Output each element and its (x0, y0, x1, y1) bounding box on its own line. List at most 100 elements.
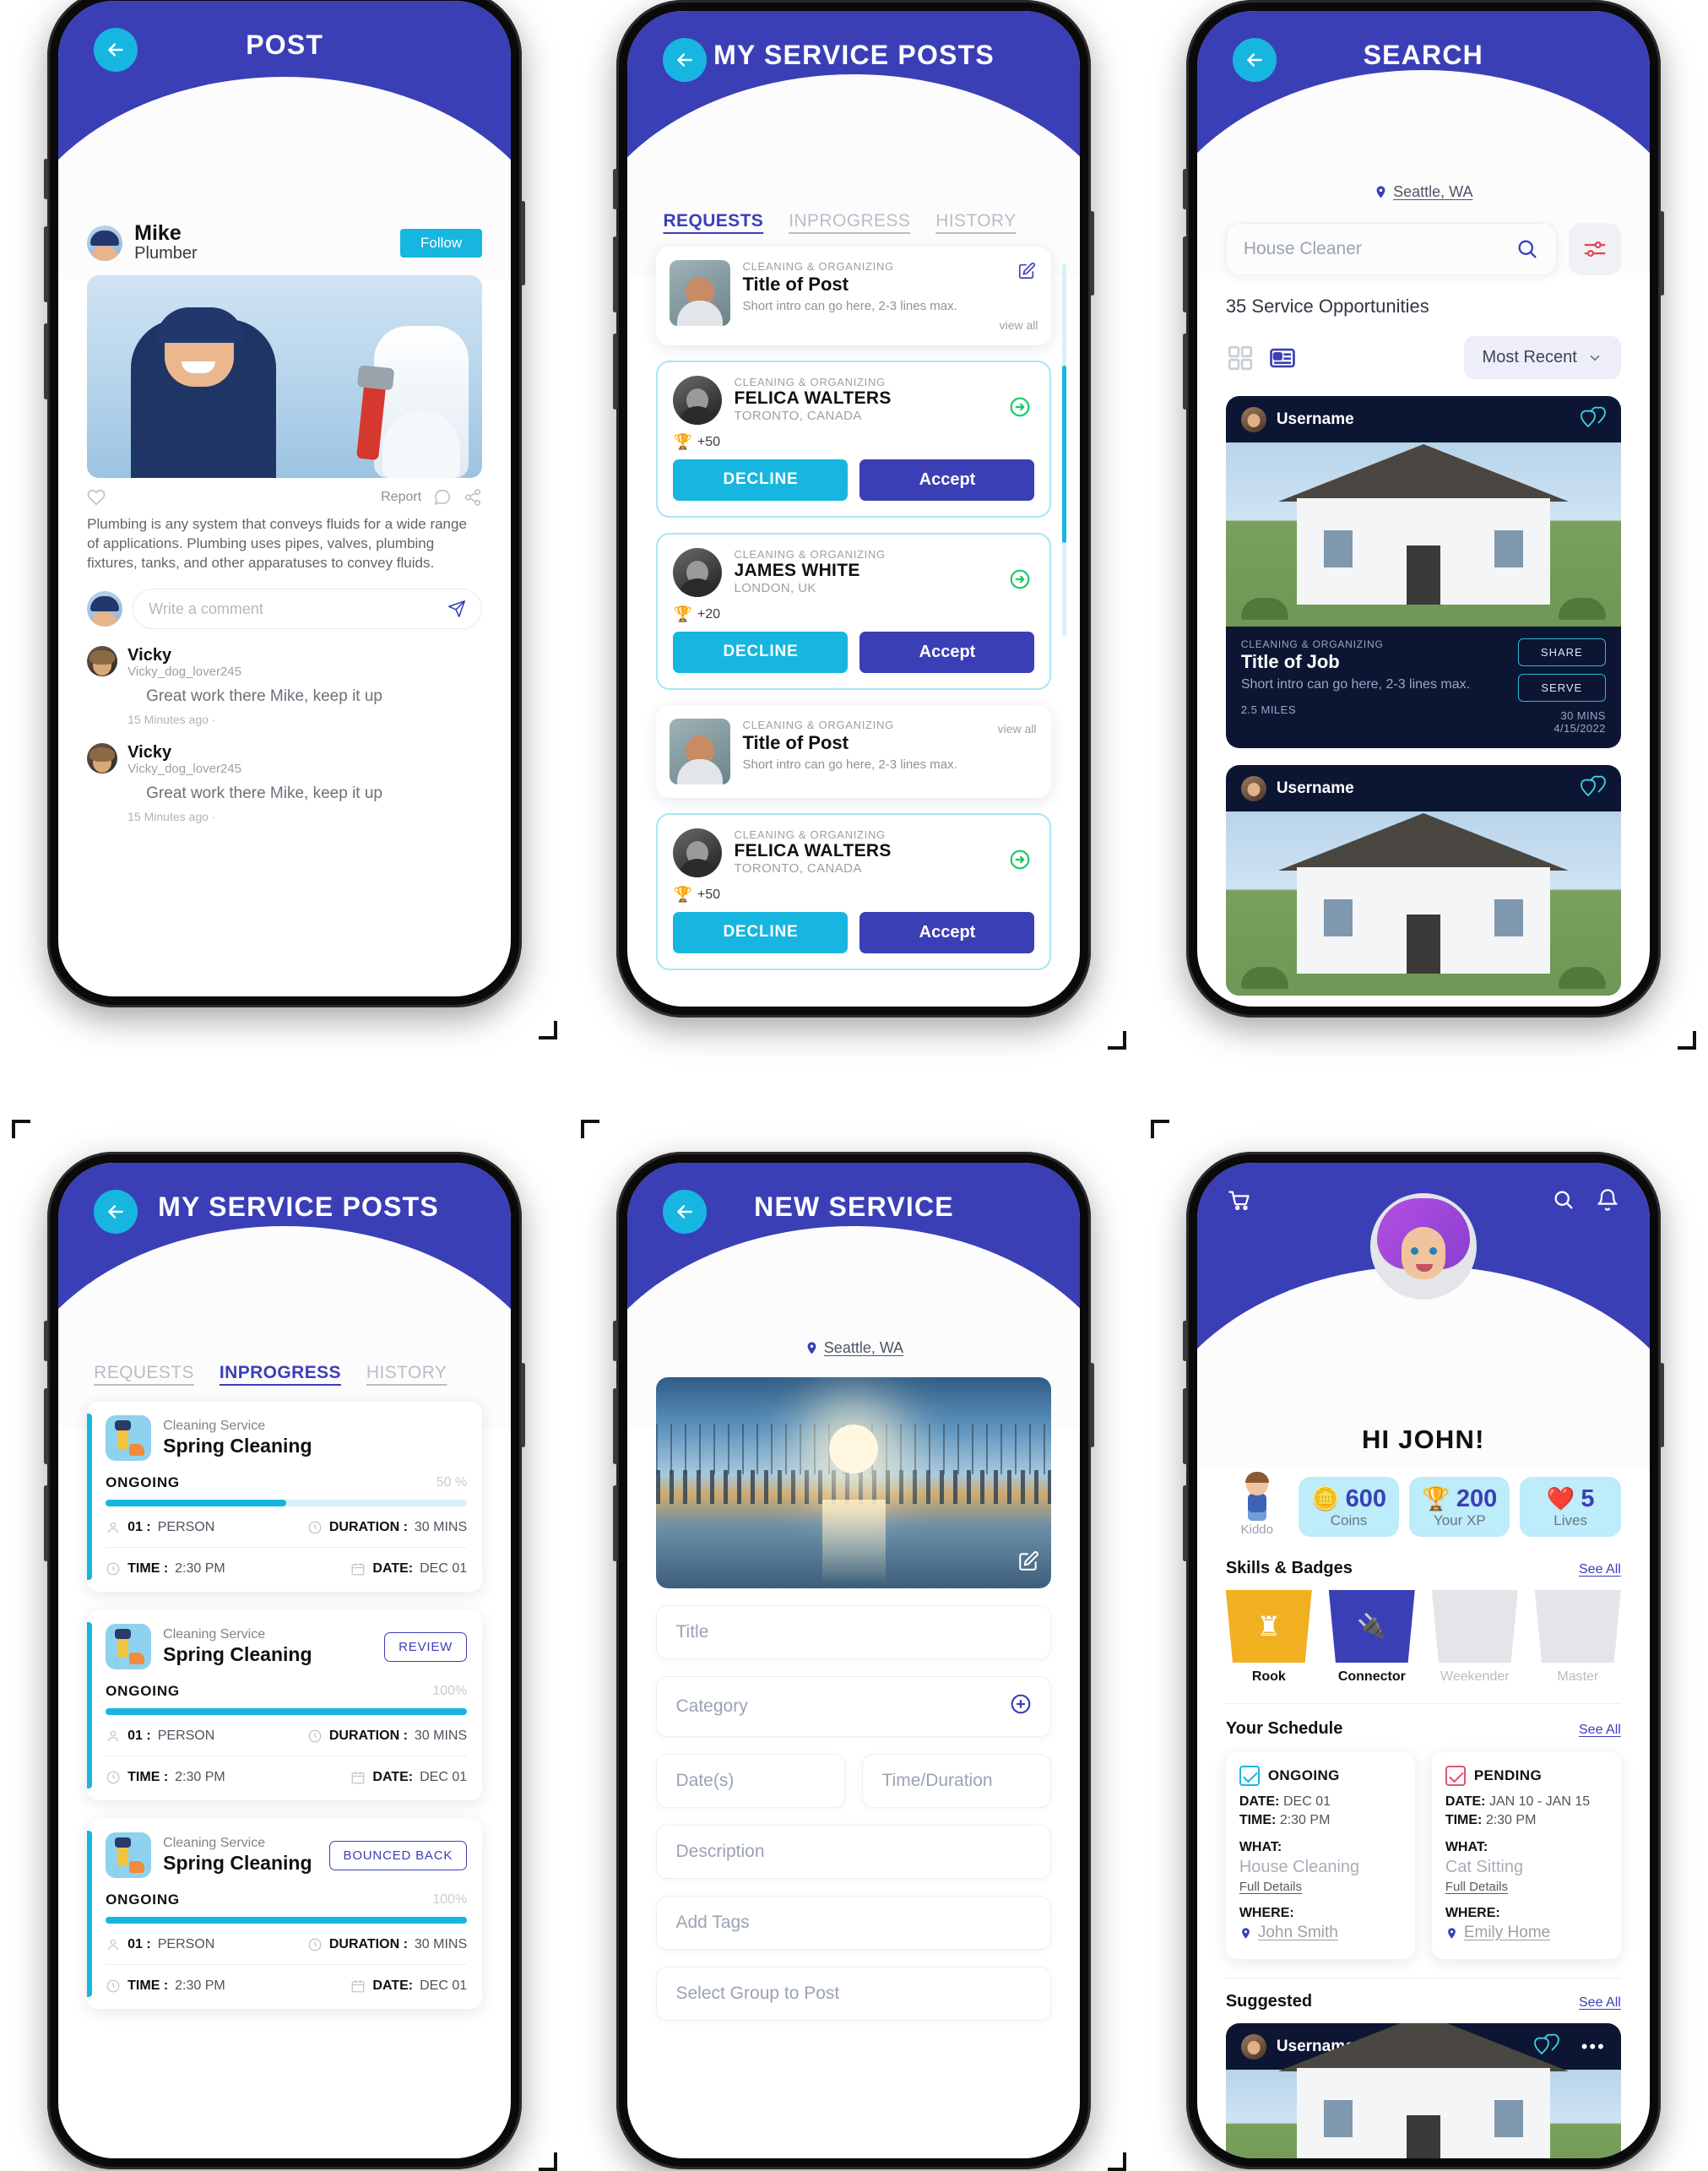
edit-photo-button[interactable] (1017, 1550, 1039, 1577)
add-category-button[interactable] (1010, 1693, 1032, 1720)
schedule-card-pending[interactable]: PENDING DATE: JAN 10 - JAN 15 TIME: 2:30… (1431, 1752, 1621, 1959)
comment-icon[interactable] (433, 488, 452, 507)
service-photo[interactable] (656, 1377, 1052, 1588)
back-button[interactable] (94, 1190, 138, 1234)
badge-weekender[interactable]: Weekender (1431, 1590, 1518, 1685)
badge-master[interactable]: Master (1534, 1590, 1621, 1685)
category-field[interactable]: Category (656, 1676, 1052, 1737)
stat-lives[interactable]: ❤️ 5 Lives (1520, 1477, 1621, 1537)
sort-dropdown[interactable]: Most Recent (1463, 336, 1621, 379)
title-field[interactable]: Title (656, 1605, 1052, 1659)
suggested-card[interactable]: Username ••• (1225, 2023, 1621, 2158)
tab-requests[interactable]: REQUESTS (663, 211, 763, 231)
search-icon[interactable] (1516, 237, 1539, 261)
job-card[interactable]: Username (1225, 396, 1621, 748)
select-group-field[interactable]: Select Group to Post (656, 1967, 1052, 2021)
favorite-button[interactable] (1580, 775, 1606, 801)
phone-button (613, 1388, 618, 1464)
tab-inprogress[interactable]: INPROGRESS (789, 211, 910, 231)
back-button[interactable] (94, 28, 138, 72)
search-icon[interactable] (1552, 1188, 1575, 1212)
back-button[interactable] (663, 1190, 708, 1234)
send-icon[interactable] (447, 600, 466, 618)
stat-coins[interactable]: 🪙 600 Coins (1298, 1477, 1400, 1537)
full-details-link[interactable]: Full Details (1445, 1880, 1608, 1894)
request-category: CLEANING & ORGANIZING (734, 828, 886, 841)
report-label[interactable]: Report (381, 490, 421, 505)
clock-icon (308, 1938, 322, 1951)
location-row[interactable]: Seattle, WA (1226, 183, 1621, 201)
avatar[interactable] (1369, 1193, 1477, 1300)
cart-button[interactable] (1228, 1188, 1251, 1216)
search-input[interactable]: House Cleaner (1225, 223, 1557, 275)
filter-sliders-icon (1584, 241, 1606, 258)
time-duration-field[interactable]: Time/Duration (862, 1754, 1052, 1808)
badge-shield (1431, 1590, 1518, 1663)
crop-mark (539, 2152, 558, 2171)
dates-field[interactable]: Date(s) (656, 1754, 846, 1808)
status-badge[interactable]: BOUNCED BACK (328, 1840, 468, 1870)
edit-button[interactable] (1017, 262, 1036, 285)
clock-icon (308, 1521, 322, 1534)
where-row[interactable]: Emily Home (1445, 1924, 1608, 1942)
filter-button[interactable] (1568, 223, 1621, 275)
job-card[interactable]: Username (1225, 765, 1621, 996)
follow-button[interactable]: Follow (400, 228, 483, 258)
badge-label: Master (1557, 1669, 1599, 1684)
add-tags-field[interactable]: Add Tags (656, 1896, 1052, 1950)
schedule-card-ongoing[interactable]: ONGOING DATE: DEC 01 TIME: 2:30 PM WHAT: (1225, 1752, 1415, 1959)
comment-input[interactable]: Write a comment (133, 589, 483, 630)
stat-xp[interactable]: 🏆 200 Your XP (1409, 1477, 1510, 1537)
house-window (1323, 2100, 1353, 2137)
stats-row: Kiddo 🪙 600 Coins 🏆 200 Your XP ❤️ 5 Liv… (1226, 1472, 1621, 1537)
service-card[interactable]: Cleaning Service Spring Cleaning ONGOING… (87, 1402, 483, 1592)
share-icon[interactable] (464, 488, 482, 507)
view-all-link[interactable]: view all (998, 722, 1037, 735)
full-details-link[interactable]: Full Details (1239, 1880, 1402, 1894)
see-all-link[interactable]: See All (1579, 1995, 1621, 2011)
serve-button[interactable]: SERVE (1517, 674, 1606, 702)
service-card[interactable]: Cleaning Service Spring Cleaning BOUNCED… (87, 1819, 483, 2009)
calendar-icon (351, 1980, 365, 1993)
location-row[interactable]: Seattle, WA (656, 1339, 1051, 1357)
more-options-button[interactable]: ••• (1581, 2036, 1606, 2058)
bell-icon[interactable] (1596, 1188, 1619, 1212)
list-view-icon[interactable] (1268, 344, 1297, 372)
accept-button[interactable]: Accept (859, 912, 1035, 953)
decline-button[interactable]: DECLINE (673, 632, 849, 673)
request-category: CLEANING & ORGANIZING (734, 548, 886, 561)
tab-requests[interactable]: REQUESTS (94, 1363, 194, 1383)
see-all-link[interactable]: See All (1579, 1562, 1621, 1577)
back-button[interactable] (663, 38, 708, 82)
grid-view-icon[interactable] (1226, 344, 1255, 372)
post-summary-card[interactable]: CLEANING & ORGANIZING Title of Post Shor… (656, 247, 1052, 345)
where-row[interactable]: John Smith (1239, 1924, 1402, 1942)
clock-icon (106, 1979, 120, 1993)
accept-button[interactable]: Accept (859, 632, 1035, 673)
service-card[interactable]: Cleaning Service Spring Cleaning REVIEW … (87, 1610, 483, 1800)
view-all-link[interactable]: view all (742, 318, 1038, 332)
accept-button[interactable]: Accept (859, 459, 1035, 501)
service-card-titles: Cleaning Service Spring Cleaning (163, 1627, 372, 1666)
broom-icon (129, 1444, 145, 1456)
description-field[interactable]: Description (656, 1825, 1052, 1879)
badge-rook[interactable]: ♜ Rook (1225, 1590, 1312, 1685)
decline-button[interactable]: DECLINE (673, 459, 849, 501)
request-detail-button[interactable] (1009, 849, 1031, 875)
tab-history[interactable]: HISTORY (366, 1363, 447, 1383)
house-roof (1277, 2023, 1569, 2071)
request-detail-button[interactable] (1009, 396, 1031, 422)
tab-history[interactable]: HISTORY (935, 211, 1016, 231)
heart-icon[interactable] (87, 488, 106, 507)
crop-mark (539, 1021, 558, 1039)
status-badge[interactable]: REVIEW (384, 1631, 468, 1662)
see-all-link[interactable]: See All (1579, 1723, 1621, 1738)
post-summary-card[interactable]: CLEANING & ORGANIZING Title of Post Shor… (656, 705, 1052, 798)
back-button[interactable] (1232, 38, 1277, 82)
favorite-button[interactable] (1580, 406, 1606, 432)
tab-inprogress[interactable]: INPROGRESS (220, 1363, 341, 1383)
badge-connector[interactable]: 🔌 Connector (1328, 1590, 1415, 1685)
request-detail-button[interactable] (1009, 568, 1031, 594)
share-button[interactable]: SHARE (1517, 638, 1606, 666)
decline-button[interactable]: DECLINE (673, 912, 849, 953)
